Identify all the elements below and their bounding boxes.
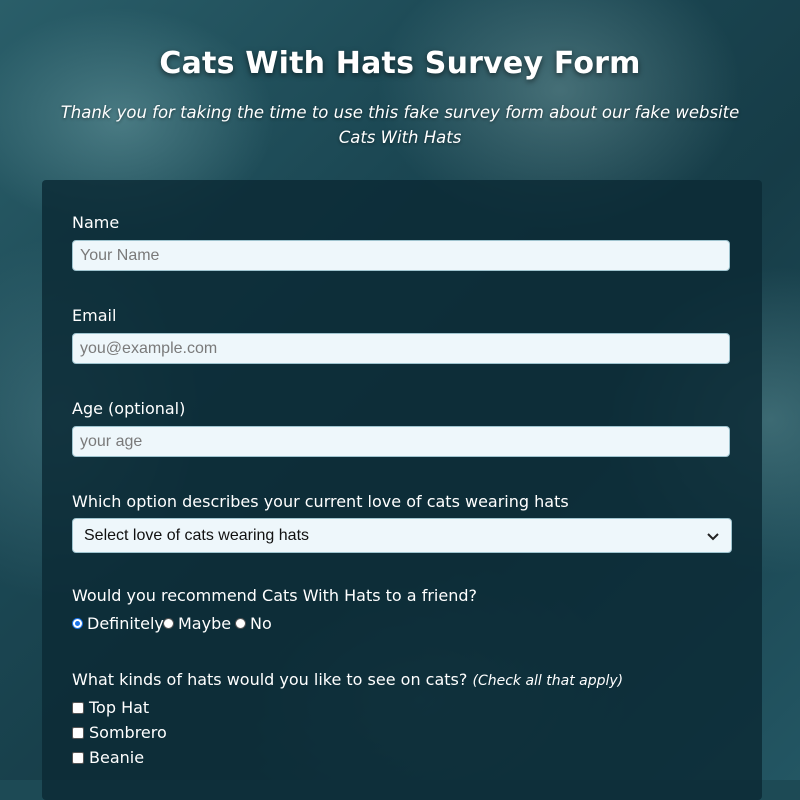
love-select-value: Select love of cats wearing hats [84, 526, 310, 544]
checkbox-label-top-hat: Top Hat [89, 698, 150, 717]
hat-option-beanie[interactable]: Beanie [72, 748, 144, 767]
recommend-option-definitely[interactable]: Definitely [72, 614, 164, 633]
age-input[interactable] [72, 426, 730, 457]
radio-label-definitely: Definitely [87, 614, 164, 633]
checkbox-sombrero[interactable] [72, 726, 84, 739]
hats-label: What kinds of hats would you like to see… [72, 670, 468, 689]
name-input[interactable] [72, 240, 730, 271]
hat-option-top-hat[interactable]: Top Hat [72, 698, 149, 717]
hats-question: What kinds of hats would you like to see… [72, 670, 623, 689]
page-description: Thank you for taking the time to use thi… [60, 103, 740, 147]
email-label: Email [72, 306, 117, 325]
recommend-label: Would you recommend Cats With Hats to a … [72, 586, 477, 605]
page-title: Cats With Hats Survey Form [159, 46, 641, 81]
checkbox-top-hat[interactable] [72, 701, 84, 714]
radio-no[interactable] [235, 618, 246, 629]
email-input[interactable] [72, 333, 730, 364]
hat-option-sombrero[interactable]: Sombrero [72, 723, 167, 742]
love-select-label: Which option describes your current love… [72, 492, 569, 511]
name-label: Name [72, 213, 120, 232]
survey-form: Name Email Age (optional) Which option d… [42, 180, 762, 800]
hats-hint: (Check all that apply) [472, 673, 624, 689]
checkbox-beanie[interactable] [72, 751, 84, 764]
chevron-down-icon [707, 532, 719, 540]
radio-maybe[interactable] [163, 618, 174, 629]
recommend-option-maybe[interactable]: Maybe [163, 614, 231, 633]
radio-label-no: No [250, 614, 272, 633]
radio-label-maybe: Maybe [178, 614, 232, 633]
checkbox-label-beanie: Beanie [89, 748, 145, 767]
recommend-option-no[interactable]: No [235, 614, 272, 633]
checkbox-label-sombrero: Sombrero [89, 723, 167, 742]
radio-definitely[interactable] [72, 618, 83, 629]
love-select[interactable]: Select love of cats wearing hats [72, 518, 732, 553]
age-label: Age (optional) [72, 399, 186, 418]
